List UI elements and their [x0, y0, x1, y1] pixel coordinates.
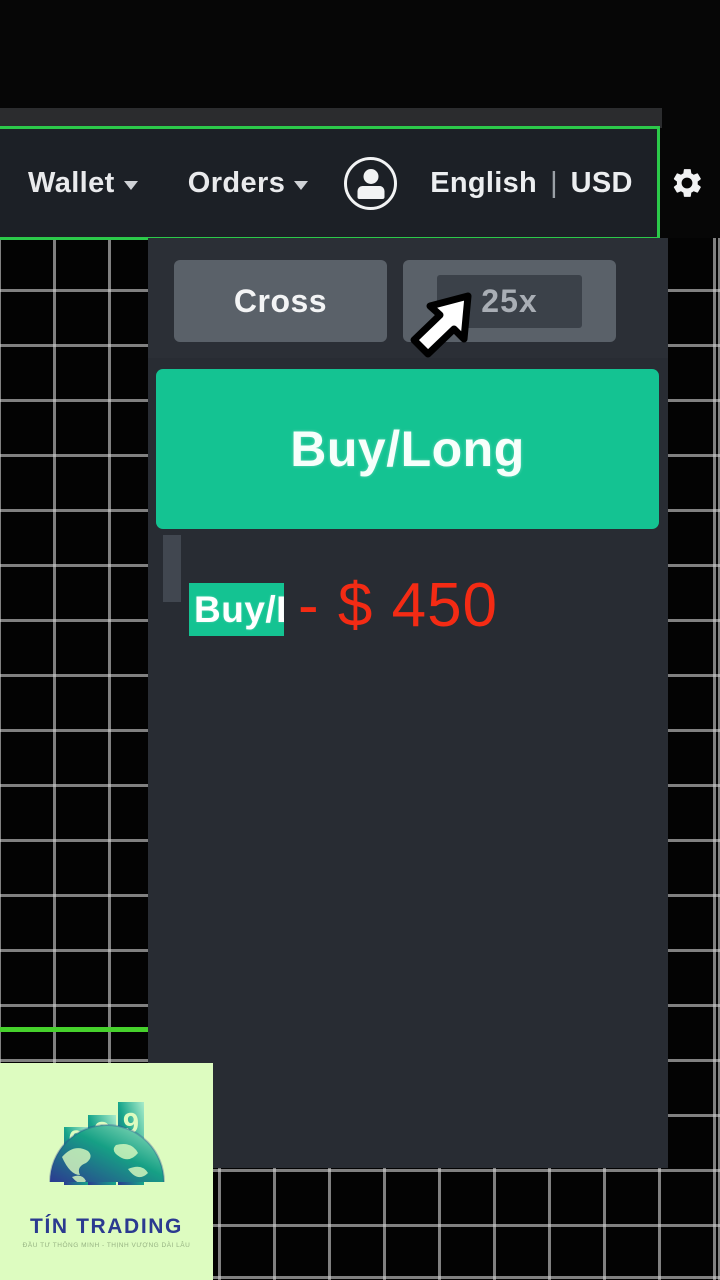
- top-navigation-bar: Wallet Orders English | USD: [0, 126, 701, 240]
- window-top-strip: [0, 108, 662, 128]
- settings-button[interactable]: [669, 165, 705, 201]
- pnl-dash: -: [298, 571, 320, 640]
- currency-selector[interactable]: USD: [571, 167, 633, 200]
- position-pnl-amount: - $ 450: [298, 570, 498, 641]
- margin-and-leverage-bar: Cross 25x: [174, 260, 616, 342]
- position-side-label: Buy/Long: [194, 588, 284, 630]
- nav-item-orders[interactable]: Orders: [188, 167, 309, 200]
- chevron-down-icon: [123, 181, 138, 190]
- brand-tagline: ĐẦU TƯ THÔNG MINH - THỊNH VƯỢNG DÀI LÂU: [22, 1242, 191, 1249]
- margin-mode-button[interactable]: Cross: [174, 260, 387, 342]
- chevron-down-icon: [294, 181, 309, 190]
- account-circle-icon[interactable]: [344, 156, 398, 210]
- buy-long-label: Buy/Long: [290, 421, 525, 477]
- position-side-badge: Buy/Long: [189, 583, 284, 636]
- open-position-row[interactable]: Buy/Long - $ 450: [163, 535, 663, 645]
- avatar-head: [363, 168, 379, 184]
- buy-long-button[interactable]: Buy/Long: [156, 369, 659, 529]
- nav-item-wallet[interactable]: Wallet: [28, 167, 138, 200]
- current-price-line: [0, 1026, 175, 1033]
- margin-mode-label: Cross: [233, 282, 328, 319]
- gear-icon: [673, 169, 701, 197]
- avatar-body: [357, 185, 385, 199]
- position-side-indicator: [163, 535, 181, 602]
- app-screenshot: Wallet Orders English | USD Cross 25x Bu…: [0, 0, 720, 1280]
- nav-separator: |: [550, 166, 558, 199]
- pnl-value: $ 450: [337, 571, 499, 640]
- nav-wallet-label: Wallet: [28, 166, 115, 199]
- language-selector[interactable]: English: [430, 167, 537, 200]
- tin-trading-logo-icon: 0 2 9: [48, 1102, 165, 1185]
- brand-name: TÍN TRADING: [30, 1215, 183, 1238]
- nav-orders-label: Orders: [187, 166, 286, 199]
- mouse-pointer-arrow-icon: [410, 292, 472, 358]
- brand-watermark: 0 2 9 TÍN TRADING ĐẦU TƯ THÔNG MINH - TH…: [0, 1063, 213, 1280]
